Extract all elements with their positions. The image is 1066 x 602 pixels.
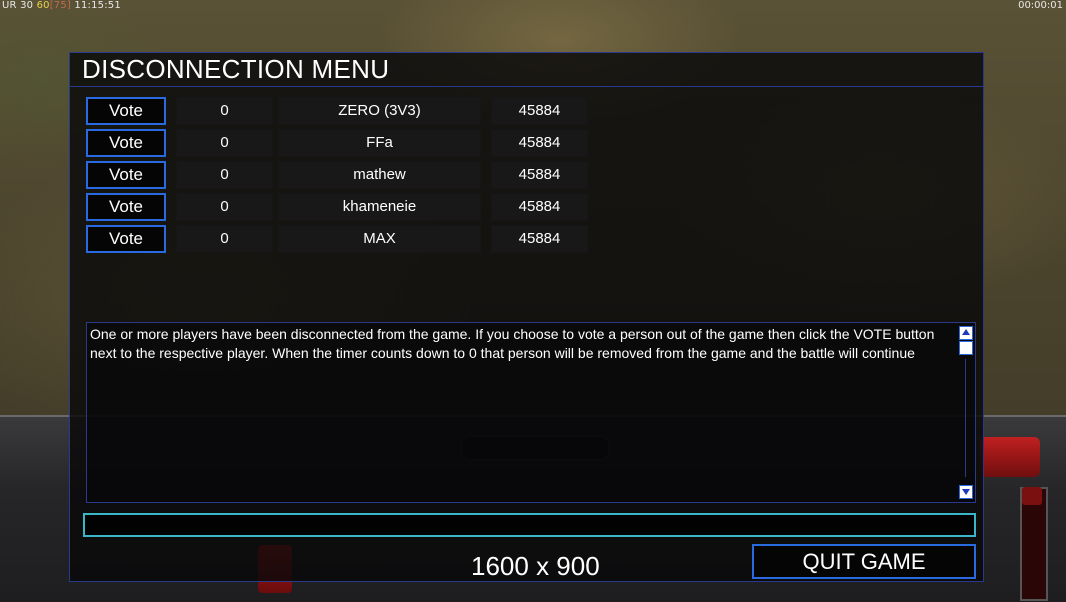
fps-value-b: 60 (36, 0, 50, 11)
player-name: mathew (278, 161, 481, 189)
player-name: ZERO (3V3) (278, 97, 481, 125)
player-timer: 45884 (491, 225, 588, 253)
fps-value-c: [75] (49, 0, 72, 11)
player-timer: 45884 (491, 193, 588, 221)
instructions-text: One or more players have been disconnect… (90, 326, 935, 361)
player-timer: 45884 (491, 97, 588, 125)
player-name: MAX (278, 225, 481, 253)
ur-label: UR (2, 0, 17, 11)
vote-count: 0 (176, 161, 273, 189)
resolution-label: 1600 x 900 (471, 551, 600, 581)
quit-game-button[interactable]: QUIT GAME (752, 544, 976, 579)
vote-button[interactable]: Vote (86, 129, 166, 157)
player-name: khameneie (278, 193, 481, 221)
scroll-down-arrow-icon[interactable] (959, 485, 973, 499)
game-timer: 00:00:01 (1018, 0, 1063, 11)
title-divider (70, 86, 983, 87)
vote-count: 0 (176, 129, 273, 157)
dialog-title: DISCONNECTION MENU (82, 54, 390, 84)
scroll-up-arrow-icon[interactable] (959, 326, 973, 340)
disconnection-dialog: DISCONNECTION MENU Vote 0 ZERO (3V3) 458… (69, 52, 984, 582)
player-timer: 45884 (491, 161, 588, 189)
vote-button[interactable]: Vote (86, 161, 166, 189)
scrollbar[interactable] (957, 323, 975, 502)
vote-button[interactable]: Vote (86, 193, 166, 221)
vote-button[interactable]: Vote (86, 225, 166, 253)
vote-count: 0 (176, 193, 273, 221)
fps-value-a: 30 (20, 0, 34, 11)
clock: 11:15:51 (74, 0, 121, 11)
scroll-thumb[interactable] (959, 341, 973, 355)
fps-readout: UR 30 60[75] 11:15:51 (2, 0, 121, 11)
vote-button[interactable]: Vote (86, 97, 166, 125)
chat-input[interactable] (83, 513, 976, 537)
power-indicator (980, 437, 1040, 477)
vote-count: 0 (176, 97, 273, 125)
player-name: FFa (278, 129, 481, 157)
rank-star-icon (1022, 487, 1042, 505)
message-box: One or more players have been disconnect… (86, 322, 976, 503)
vote-count: 0 (176, 225, 273, 253)
player-timer: 45884 (491, 129, 588, 157)
scroll-rail (965, 359, 966, 477)
